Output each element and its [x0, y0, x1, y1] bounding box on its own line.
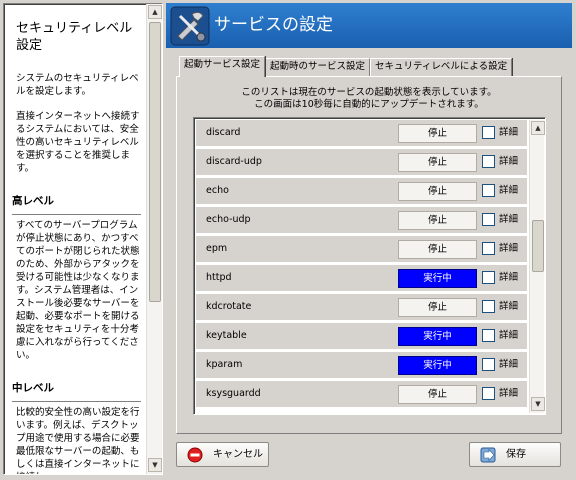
service-status-button[interactable]: 停止 — [398, 298, 477, 317]
detail-checkbox[interactable] — [482, 126, 495, 139]
list-scrollbar[interactable]: ▲ ▼ — [529, 120, 545, 413]
help-section-text: 比較的安全性の高い設定を行います。例えば、デスクトップ用途で使用する場合に必要最… — [16, 407, 140, 474]
service-row: keytable 実行中 詳細 — [196, 323, 527, 349]
detail-label: 詳細 — [499, 243, 519, 254]
service-row: kdcrotate 停止 詳細 — [196, 294, 527, 320]
service-name: echo-udp — [206, 214, 251, 225]
help-title: セキュリティレベル設定 — [16, 21, 133, 53]
detail-label: 詳細 — [499, 359, 519, 370]
detail-checkbox[interactable] — [482, 387, 495, 400]
service-status-button[interactable]: 実行中 — [398, 269, 477, 288]
header-bar: サービスの設定 — [166, 3, 572, 48]
scroll-up-icon[interactable]: ▲ — [148, 5, 162, 19]
scroll-down-icon[interactable]: ▼ — [148, 458, 162, 472]
service-name: kdcrotate — [206, 301, 252, 312]
service-list: discard 停止 詳細 discard-udp 停止 詳細 echo 停止 詳細 echo-u… — [193, 117, 546, 415]
service-row: echo-udp 停止 詳細 — [196, 207, 527, 233]
detail-checkbox[interactable] — [482, 300, 495, 313]
service-name: epm — [206, 243, 228, 254]
help-content: セキュリティレベル設定 システムのセキュリティレベルを設定します。 直接インター… — [4, 4, 147, 474]
service-name: echo — [206, 185, 229, 196]
scroll-down-icon[interactable]: ▼ — [531, 397, 545, 411]
service-status-button[interactable]: 停止 — [398, 182, 477, 201]
service-status-button[interactable]: 停止 — [398, 124, 477, 143]
tab-startup-services[interactable]: 起動サービス設定 — [179, 56, 266, 77]
help-paragraph: システムのセキュリティレベルを設定します。 — [16, 73, 139, 97]
service-config-window: セキュリティレベル設定 システムのセキュリティレベルを設定します。 直接インター… — [0, 0, 576, 480]
list-scroll-thumb[interactable] — [532, 220, 544, 272]
detail-checkbox[interactable] — [482, 155, 495, 168]
help-scrollbar[interactable]: ▲ ▼ — [146, 4, 162, 474]
help-section-heading: 中レベル — [12, 382, 141, 402]
info-line-1: このリストは現在のサービスの起動状態を表示しています。 — [241, 87, 497, 98]
detail-label: 詳細 — [499, 388, 519, 399]
cancel-button[interactable]: キャンセル — [176, 442, 269, 467]
page-title: サービスの設定 — [214, 15, 333, 35]
service-status-button[interactable]: 停止 — [398, 211, 477, 230]
service-status-button[interactable]: 停止 — [398, 385, 477, 404]
service-name: httpd — [206, 272, 232, 283]
tab-security-level[interactable]: セキュリティレベルによる設定 — [370, 58, 513, 76]
detail-label: 詳細 — [499, 127, 519, 138]
info-text: このリストは現在のサービスの起動状態を表示しています。 この画面は10秒毎に自動… — [177, 87, 561, 111]
save-button[interactable]: 保存 — [469, 442, 561, 467]
info-line-2: この画面は10秒毎に自動的にアップデートされます。 — [254, 99, 484, 110]
detail-label: 詳細 — [499, 156, 519, 167]
detail-checkbox[interactable] — [482, 271, 495, 284]
service-name: ksysguardd — [206, 388, 261, 399]
cancel-label: キャンセル — [213, 449, 263, 460]
service-name: discard-udp — [206, 156, 262, 167]
help-scroll-thumb[interactable] — [149, 22, 161, 302]
help-pane: セキュリティレベル設定 システムのセキュリティレベルを設定します。 直接インター… — [3, 3, 163, 475]
cancel-icon — [187, 447, 203, 463]
detail-checkbox[interactable] — [482, 242, 495, 255]
detail-checkbox[interactable] — [482, 213, 495, 226]
detail-checkbox[interactable] — [482, 329, 495, 342]
service-status-button[interactable]: 停止 — [398, 153, 477, 172]
service-status-button[interactable]: 実行中 — [398, 327, 477, 346]
service-row: discard 停止 詳細 — [196, 120, 527, 146]
detail-label: 詳細 — [499, 185, 519, 196]
detail-label: 詳細 — [499, 330, 519, 341]
detail-label: 詳細 — [499, 214, 519, 225]
detail-label: 詳細 — [499, 272, 519, 283]
service-row: echo 停止 詳細 — [196, 178, 527, 204]
service-row: kparam 実行中 詳細 — [196, 352, 527, 378]
detail-label: 詳細 — [499, 301, 519, 312]
save-arrow-icon — [480, 447, 496, 463]
service-row: ksysguardd 停止 詳細 — [196, 381, 527, 407]
service-row: discard-udp 停止 詳細 — [196, 149, 527, 175]
help-paragraph: 直接インターネットへ接続するシステムにおいては、安全性の高いセキュリティレベルを… — [16, 111, 140, 174]
scroll-up-icon[interactable]: ▲ — [531, 121, 545, 135]
help-section-text: すべてのサーバープログラムが停止状態にあり、かつすべてのポートが閉じられた状態の… — [16, 220, 140, 361]
service-name: kparam — [206, 359, 243, 370]
detail-checkbox[interactable] — [482, 184, 495, 197]
service-status-button[interactable]: 実行中 — [398, 356, 477, 375]
service-row: httpd 実行中 詳細 — [196, 265, 527, 291]
service-row: epm 停止 詳細 — [196, 236, 527, 262]
service-name: discard — [206, 127, 241, 138]
detail-checkbox[interactable] — [482, 358, 495, 371]
service-status-button[interactable]: 停止 — [398, 240, 477, 259]
service-name: keytable — [206, 330, 247, 341]
save-label: 保存 — [506, 449, 526, 460]
tools-logo-icon — [170, 6, 210, 46]
help-section-heading: 高レベル — [12, 195, 141, 215]
tab-boot-services[interactable]: 起動時のサービス設定 — [265, 58, 371, 76]
